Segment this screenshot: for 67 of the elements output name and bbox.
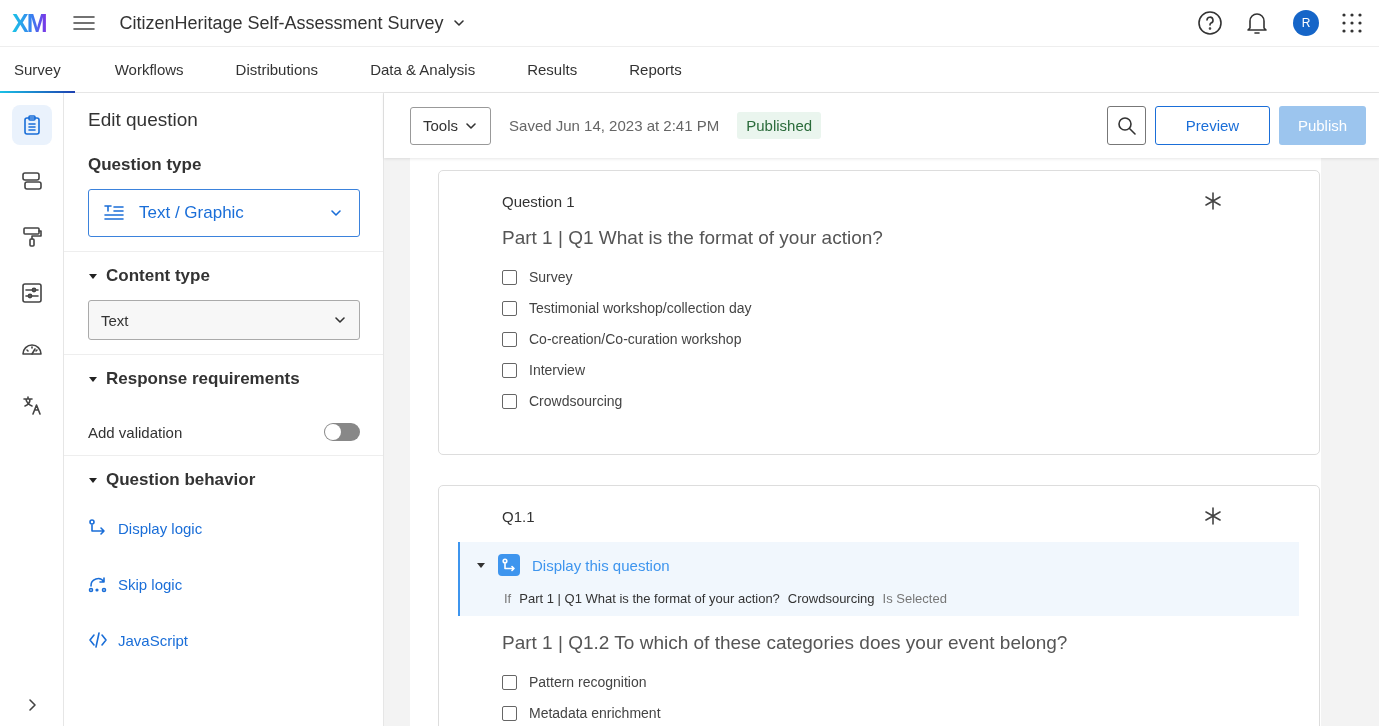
- logic-link[interactable]: JavaScript: [88, 630, 189, 650]
- toggle-label: Add validation: [88, 423, 183, 441]
- tools-button[interactable]: Tools: [410, 106, 492, 145]
- choice-label: Metadata enrichment: [529, 705, 661, 721]
- caret-down-icon: [88, 475, 98, 485]
- question-label: Q1.1: [502, 507, 535, 525]
- caret-down-icon: [88, 271, 98, 281]
- checkbox[interactable]: [502, 331, 517, 347]
- choice-label: Survey: [529, 269, 573, 285]
- rail-button[interactable]: [11, 105, 52, 145]
- nav-tab[interactable]: Distributions: [221, 47, 333, 93]
- menu-icon[interactable]: [71, 13, 96, 33]
- nav-tab[interactable]: Workflows: [100, 47, 198, 93]
- checkbox[interactable]: [502, 362, 517, 378]
- checkbox[interactable]: [502, 393, 517, 409]
- avatar[interactable]: R: [1293, 10, 1319, 36]
- stacked-blocks-icon: [20, 170, 43, 192]
- nav-tab[interactable]: Data & Analysis: [356, 47, 490, 93]
- condition-keyword: If: [504, 591, 512, 606]
- text-lines-icon: [103, 204, 125, 222]
- choice-label: Pattern recognition: [529, 674, 647, 690]
- toggle-switch[interactable]: [324, 423, 360, 441]
- checkbox[interactable]: [502, 300, 517, 316]
- corner-arrow-icon: [88, 518, 108, 538]
- question-label: Question 1: [502, 192, 575, 210]
- section-toggle[interactable]: Question behavior: [88, 470, 256, 490]
- search-icon: [1116, 115, 1137, 136]
- preview-button[interactable]: Preview: [1155, 106, 1270, 145]
- panel-title: Edit question: [88, 109, 198, 131]
- choice-label: Crowdsourcing: [529, 393, 623, 409]
- caret-down-icon: [88, 374, 98, 384]
- section-toggle[interactable]: Content type: [88, 266, 210, 286]
- saved-status: Saved Jun 14, 2023 at 2:41 PM: [509, 117, 720, 134]
- caret-down-icon[interactable]: [476, 560, 486, 570]
- search-button[interactable]: [1107, 106, 1146, 145]
- nav-tab[interactable]: Results: [513, 47, 592, 93]
- code-icon: [88, 630, 108, 650]
- content-type-dropdown[interactable]: Text: [88, 300, 360, 340]
- bell-icon[interactable]: [1245, 10, 1269, 36]
- help-icon[interactable]: [1197, 10, 1223, 36]
- question-text: Part 1 | Q1 What is the format of your action?: [501, 227, 884, 249]
- choice-label: Testimonial workshop/collection day: [529, 300, 752, 316]
- paint-roller-icon: [20, 226, 43, 248]
- nav-tab[interactable]: Reports: [615, 47, 696, 93]
- choice-label: Co-creation/Co-curation workshop: [529, 331, 742, 347]
- question-type-dropdown[interactable]: Text / Graphic: [88, 189, 360, 237]
- asterisk-icon: [1203, 191, 1223, 211]
- condition-operator: Is Selected: [882, 591, 947, 606]
- choice-label: Interview: [529, 362, 586, 378]
- status-badge: Published: [737, 112, 822, 139]
- condition-choice: Crowdsourcing: [787, 591, 875, 606]
- checkbox[interactable]: [502, 705, 517, 721]
- logic-link[interactable]: Display logic: [88, 518, 203, 538]
- asterisk-icon: [1203, 506, 1223, 526]
- nav-tab[interactable]: Survey: [0, 47, 75, 93]
- checkbox[interactable]: [502, 674, 517, 690]
- sliders-icon: [20, 282, 43, 304]
- curved-arrow-icon: [88, 574, 108, 594]
- translate-icon: [20, 394, 43, 416]
- section-heading: Question type: [88, 155, 202, 175]
- question-text: Part 1 | Q1.2 To which of these categories does your event belong?: [501, 632, 1069, 654]
- condition-question: Part 1 | Q1 What is the format of your action?: [519, 591, 780, 606]
- survey-title[interactable]: CitizenHeritage Self-Assessment Survey: [119, 12, 466, 34]
- checkbox[interactable]: [502, 269, 517, 285]
- section-toggle[interactable]: Response requirements: [88, 369, 300, 389]
- app-grid-icon[interactable]: [1341, 12, 1363, 34]
- logic-link[interactable]: Skip logic: [88, 574, 183, 594]
